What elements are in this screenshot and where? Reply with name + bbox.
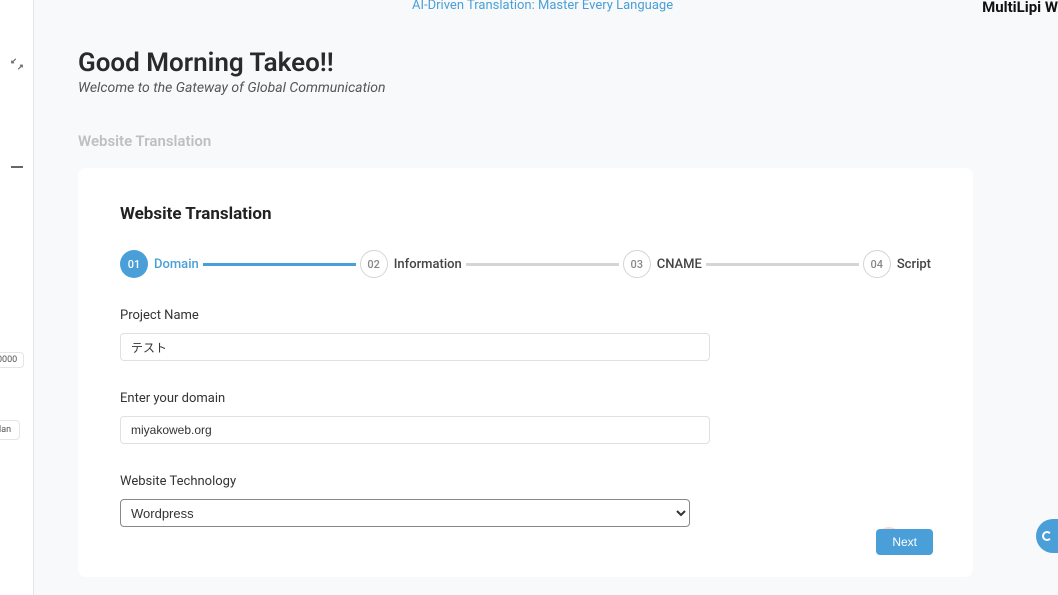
- project-name-input[interactable]: [120, 333, 710, 361]
- main-content: Good Morning Takeo!! Welcome to the Gate…: [78, 48, 978, 577]
- technology-select[interactable]: Wordpress: [120, 499, 690, 527]
- domain-input[interactable]: [120, 416, 710, 444]
- step-01-circle[interactable]: 01: [120, 250, 148, 278]
- tab-website-translation[interactable]: Website Translation: [78, 132, 978, 150]
- card-title: Website Translation: [120, 204, 931, 224]
- step-03-circle[interactable]: 03: [623, 250, 651, 278]
- sidebar-divider: [11, 166, 23, 168]
- sidebar-plan-button[interactable]: lan: [0, 420, 20, 440]
- brand-label: MultiLipi W: [982, 0, 1058, 16]
- domain-field: Enter your domain: [120, 391, 931, 444]
- step-line-1: [203, 263, 356, 266]
- step-line-2: [466, 263, 619, 266]
- help-fab[interactable]: [1036, 519, 1058, 553]
- project-name-field: Project Name: [120, 308, 931, 361]
- next-button[interactable]: Next: [876, 529, 933, 555]
- step-02-circle[interactable]: 02: [360, 250, 388, 278]
- technology-field: Website Technology Wordpress: [120, 474, 931, 527]
- chat-icon: [1042, 531, 1052, 541]
- greeting-heading: Good Morning Takeo!!: [78, 48, 978, 78]
- step-01-label: Domain: [154, 257, 199, 272]
- step-line-3: [706, 263, 859, 266]
- step-03-label: CNAME: [657, 257, 702, 272]
- sidebar: ts 0000 lan: [0, 0, 34, 595]
- stepper: 01 Domain 02 Information 03 CNAME 04 Scr…: [120, 250, 931, 278]
- translation-card: Website Translation 01 Domain 02 Informa…: [78, 168, 973, 577]
- subtitle-text: Welcome to the Gateway of Global Communi…: [78, 80, 978, 96]
- header-promo-link[interactable]: AI-Driven Translation: Master Every Lang…: [412, 0, 673, 13]
- sidebar-count-badge: 0000: [0, 352, 24, 368]
- technology-label: Website Technology: [120, 474, 931, 489]
- step-02-label: Information: [394, 257, 462, 272]
- project-name-label: Project Name: [120, 308, 931, 323]
- step-04-circle[interactable]: 04: [863, 250, 891, 278]
- step-04-label: Script: [897, 257, 931, 272]
- swap-icon[interactable]: [10, 56, 24, 70]
- domain-label: Enter your domain: [120, 391, 931, 406]
